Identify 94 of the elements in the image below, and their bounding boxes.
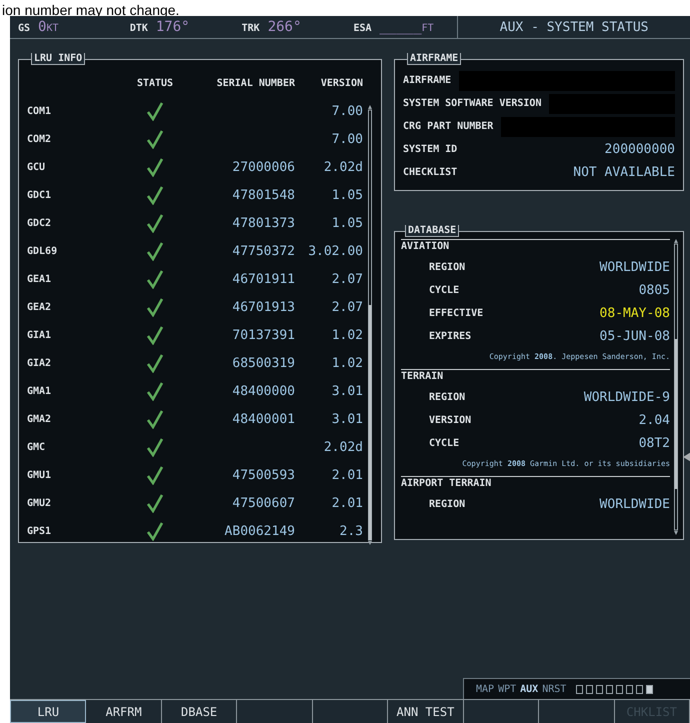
lru-name: GDC1 <box>27 190 52 200</box>
panel-title: AIRFRAME <box>407 53 462 65</box>
version-number: 1.05 <box>330 188 363 202</box>
page-group-label: MAP <box>476 684 494 694</box>
field-value: WORLDWIDE <box>600 497 670 512</box>
field-value: 08T2 <box>638 436 670 451</box>
lru-name: GDC2 <box>27 218 52 228</box>
lru-name: GMU2 <box>27 498 52 508</box>
field-label: TRK <box>242 23 260 34</box>
section-heading: TERRAIN <box>401 369 670 386</box>
version-number: 1.05 <box>330 216 363 230</box>
field-label: CYCLE <box>429 285 460 296</box>
field-label: ESA <box>353 23 372 34</box>
column-header: STATUS <box>136 78 174 88</box>
version-number: 1.02 <box>330 356 363 370</box>
panel-title: LRU INFO <box>31 53 86 65</box>
version-number: 1.02 <box>330 328 363 342</box>
version-number: 3.01 <box>330 412 363 426</box>
field-value: WORLDWIDE <box>600 260 670 275</box>
section-heading: AIRPORT TERRAIN <box>401 476 670 493</box>
field-label: CHECKLIST <box>403 167 458 178</box>
version-number: 2.3 <box>338 524 363 538</box>
field-label: SYSTEM SOFTWARE VERSION <box>403 98 542 109</box>
lru-name: GMA1 <box>27 386 52 396</box>
version-number: 7.00 <box>330 104 363 118</box>
lru-name: GIA2 <box>27 358 52 368</box>
lru-name: GCU <box>27 162 46 172</box>
lru-name: GIA1 <box>27 330 52 340</box>
field-value: 08-MAY-08 <box>600 306 670 321</box>
version-number: 2.07 <box>330 272 363 286</box>
serial-number: 47801373 <box>231 216 295 230</box>
lru-name: GDL69 <box>27 246 58 256</box>
serial-number: 46701913 <box>231 300 295 314</box>
field-label: REGION <box>429 392 466 403</box>
scroll-bar[interactable] <box>673 239 679 535</box>
field-label: DTK <box>130 23 148 34</box>
section-heading: AVIATION <box>401 239 670 256</box>
field-label: AIRFRAME <box>403 75 452 86</box>
lru-name: GMA2 <box>27 414 52 424</box>
field-label: SYSTEM ID <box>403 144 458 155</box>
version-number: 2.02d <box>322 160 363 174</box>
serial-number: 70137391 <box>231 328 295 342</box>
lru-name: GMU1 <box>27 470 52 480</box>
version-number: 2.02d <box>322 440 363 454</box>
serial-number: 46701911 <box>231 272 295 286</box>
serial-number: 47500593 <box>231 468 295 482</box>
field-value: 05-JUN-08 <box>600 329 670 344</box>
page-title: AUX - SYSTEM STATUS <box>500 20 648 34</box>
field-label: REGION <box>429 262 466 273</box>
serial-number: 47500607 <box>231 496 295 510</box>
lru-name: GMC <box>27 442 46 452</box>
version-number: 2.01 <box>330 496 363 510</box>
field-value: 2.04 <box>638 413 670 428</box>
field-label: EFFECTIVE <box>429 308 484 319</box>
lru-name: GEA1 <box>27 274 52 284</box>
field-label: REGION <box>429 499 466 510</box>
field-label: GS <box>18 23 30 34</box>
column-header: VERSION <box>320 78 363 88</box>
field-value: 266° <box>268 19 302 35</box>
field-value: WORLDWIDE-9 <box>584 390 670 405</box>
field-label: CRG PART NUMBER <box>403 121 494 132</box>
lru-name: COM1 <box>27 106 52 116</box>
field-label: VERSION <box>429 415 472 426</box>
version-number: 3.02.00 <box>307 244 363 258</box>
field-label: EXPIRES <box>429 331 472 342</box>
serial-number: 47801548 <box>231 188 295 202</box>
page-group-label: NRST <box>542 684 566 694</box>
column-header: SERIAL NUMBER <box>216 78 295 88</box>
page-group-label: WPT <box>498 684 516 694</box>
serial-number: 47750372 <box>231 244 295 258</box>
version-number: 3.01 <box>330 384 363 398</box>
lru-name: COM2 <box>27 134 52 144</box>
version-number: 7.00 <box>330 132 363 146</box>
field-value: 0KT <box>38 19 59 35</box>
field-value: 176° <box>156 19 190 35</box>
lru-name: GPS1 <box>27 526 52 536</box>
panel-title: DATABASE <box>405 225 460 237</box>
serial-number: 48400000 <box>231 384 295 398</box>
page-group-label: AUX <box>520 684 538 694</box>
softkey[interactable]: LRU <box>10 700 86 723</box>
serial-number: 68500319 <box>231 356 295 370</box>
caption-text: ion number may not change. <box>2 2 180 18</box>
scroll-bar[interactable] <box>367 105 373 545</box>
serial-number: 27000006 <box>231 160 295 174</box>
field-label: CYCLE <box>429 438 460 449</box>
serial-number: AB0062149 <box>224 524 295 538</box>
field-value: 200000000 <box>604 142 675 157</box>
version-number: 2.07 <box>330 300 363 314</box>
lru-name: GEA2 <box>27 302 52 312</box>
serial-number: 48400001 <box>231 412 295 426</box>
version-number: 2.01 <box>330 468 363 482</box>
field-value: 0805 <box>638 283 670 298</box>
field-value: _____FT <box>380 19 434 35</box>
field-value: NOT AVAILABLE <box>573 165 675 180</box>
